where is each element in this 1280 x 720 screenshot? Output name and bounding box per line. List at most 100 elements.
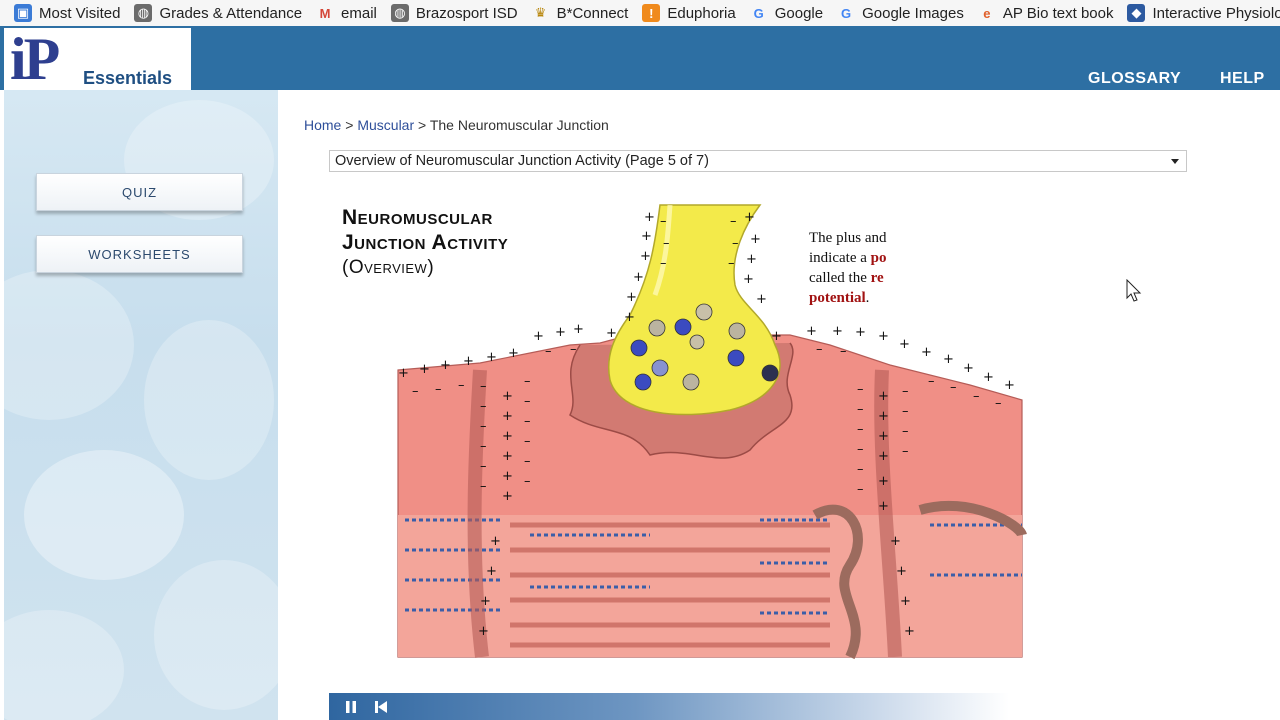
svg-text:+: + [502, 469, 513, 484]
bg-cell-shape [24, 450, 184, 580]
glossary-link[interactable]: GLOSSARY [1088, 70, 1181, 88]
svg-text:–: – [857, 462, 864, 477]
svg-text:–: – [973, 389, 980, 404]
page-select-value: Overview of Neuromuscular Junction Activ… [335, 153, 709, 169]
svg-text:–: – [816, 342, 823, 357]
gmail-icon: M [319, 5, 331, 21]
svg-text:+: + [533, 329, 544, 344]
bookmark-item[interactable]: ! Eduphoria [642, 4, 736, 22]
svg-text:–: – [524, 474, 531, 489]
svg-text:–: – [840, 344, 847, 359]
bconnect-icon: ♛ [534, 5, 547, 20]
figure-title-line-2: Junction Activity [342, 231, 509, 254]
bookmark-item[interactable]: G Google Images [837, 4, 964, 22]
quiz-button[interactable]: QUIZ [36, 173, 243, 211]
help-link[interactable]: HELP [1220, 70, 1265, 88]
caption-line-3: called the re [809, 268, 899, 288]
bookmark-label: Google [774, 4, 824, 22]
svg-text:+: + [900, 594, 911, 609]
svg-text:+: + [832, 324, 843, 339]
eduphoria-icon: ! [642, 4, 661, 22]
caption-emphasis: po [870, 250, 887, 266]
caption-text: indicate a [809, 250, 871, 266]
svg-text:+: + [641, 229, 652, 244]
svg-text:–: – [857, 382, 864, 397]
logo-text: Essentials [83, 68, 173, 88]
bookmarks-bar: ▣ Most Visited ◍ Grades & Attendance Memail ◍… [0, 0, 1280, 27]
svg-text:+: + [480, 594, 491, 609]
svg-text:+: + [502, 489, 513, 504]
globe-icon: ◍ [134, 4, 153, 22]
svg-text:–: – [435, 382, 442, 397]
svg-text:+: + [398, 366, 409, 381]
bookmark-item[interactable]: ◍ Grades & Attendance [134, 4, 302, 22]
sidebar: QUIZ WORKSHEETS [4, 90, 278, 720]
svg-text:–: – [730, 214, 737, 229]
bookmark-label: Interactive Physiology [1152, 4, 1280, 22]
bookmark-item[interactable]: ♛ B*Connect [532, 4, 629, 22]
caption-emphasis: re [870, 270, 884, 286]
svg-text:+: + [746, 252, 757, 267]
svg-text:+: + [419, 362, 430, 377]
svg-text:+: + [624, 310, 635, 325]
globe-icon: ◍ [390, 4, 409, 22]
svg-text:–: – [524, 434, 531, 449]
skip-back-icon[interactable] [373, 699, 389, 715]
bookmark-item[interactable]: Memail [316, 4, 377, 22]
svg-text:+: + [744, 210, 755, 225]
svg-text:+: + [855, 325, 866, 340]
bookmark-label: email [341, 4, 377, 22]
pause-icon[interactable] [343, 699, 359, 715]
bookmark-label: Eduphoria [667, 4, 736, 22]
bookmark-item[interactable]: G Google [750, 4, 823, 22]
svg-text:+: + [878, 449, 889, 464]
svg-text:+: + [743, 272, 754, 287]
bookmark-label: AP Bio text book [1002, 4, 1114, 22]
caption-emphasis: potential [809, 290, 866, 306]
svg-text:+: + [963, 361, 974, 376]
bg-cell-shape [154, 560, 278, 710]
svg-text:+: + [896, 564, 907, 579]
worksheets-button[interactable]: WORKSHEETS [36, 235, 243, 273]
svg-text:+: + [478, 624, 489, 639]
svg-text:+: + [606, 326, 617, 341]
breadcrumb-muscular-link[interactable]: Muscular [357, 117, 414, 133]
figure-title-line-1: Neuromuscular [342, 206, 493, 229]
breadcrumb-home-link[interactable]: Home [304, 117, 341, 133]
svg-text:+: + [573, 322, 584, 337]
figure-title: Neuromuscular Junction Activity (Overvie… [342, 205, 508, 280]
svg-text:–: – [902, 404, 909, 419]
caption-text: called the [809, 270, 871, 286]
neuromuscular-animation: + + + + + + + + + + + + + + + + + + + + + + + + + + + + + + … [330, 195, 1030, 665]
svg-text:–: – [995, 396, 1002, 411]
svg-text:+: + [633, 270, 644, 285]
svg-text:–: – [857, 402, 864, 417]
svg-text:–: – [524, 414, 531, 429]
svg-text:–: – [857, 422, 864, 437]
svg-text:–: – [570, 342, 577, 357]
svg-text:+: + [502, 449, 513, 464]
svg-text:–: – [524, 374, 531, 389]
chevron-down-icon[interactable] [1171, 159, 1179, 164]
bookmark-item[interactable]: ◆ Interactive Physiology [1127, 4, 1280, 22]
page-select-dropdown[interactable]: Overview of Neuromuscular Junction Activ… [329, 150, 1187, 172]
svg-text:+: + [508, 346, 519, 361]
bookmark-item[interactable]: ▣ Most Visited [14, 4, 120, 22]
svg-text:–: – [857, 482, 864, 497]
svg-text:+: + [878, 409, 889, 424]
svg-text:+: + [921, 345, 932, 360]
svg-text:–: – [480, 399, 487, 414]
svg-text:–: – [857, 442, 864, 457]
bg-cell-shape [144, 320, 274, 480]
bookmark-item[interactable]: ◍ Brazosport ISD [390, 4, 518, 22]
svg-text:+: + [626, 290, 637, 305]
bookmark-item[interactable]: e AP Bio text book [978, 4, 1114, 22]
google-icon: G [841, 5, 852, 21]
caption-line-2: indicate a po [809, 248, 899, 268]
svg-text:–: – [458, 378, 465, 393]
svg-text:+: + [943, 352, 954, 367]
svg-text:+: + [486, 350, 497, 365]
svg-text:–: – [902, 384, 909, 399]
breadcrumb-current: The Neuromuscular Junction [429, 117, 609, 133]
ip-essentials-logo[interactable]: iP Essentials [4, 28, 191, 90]
